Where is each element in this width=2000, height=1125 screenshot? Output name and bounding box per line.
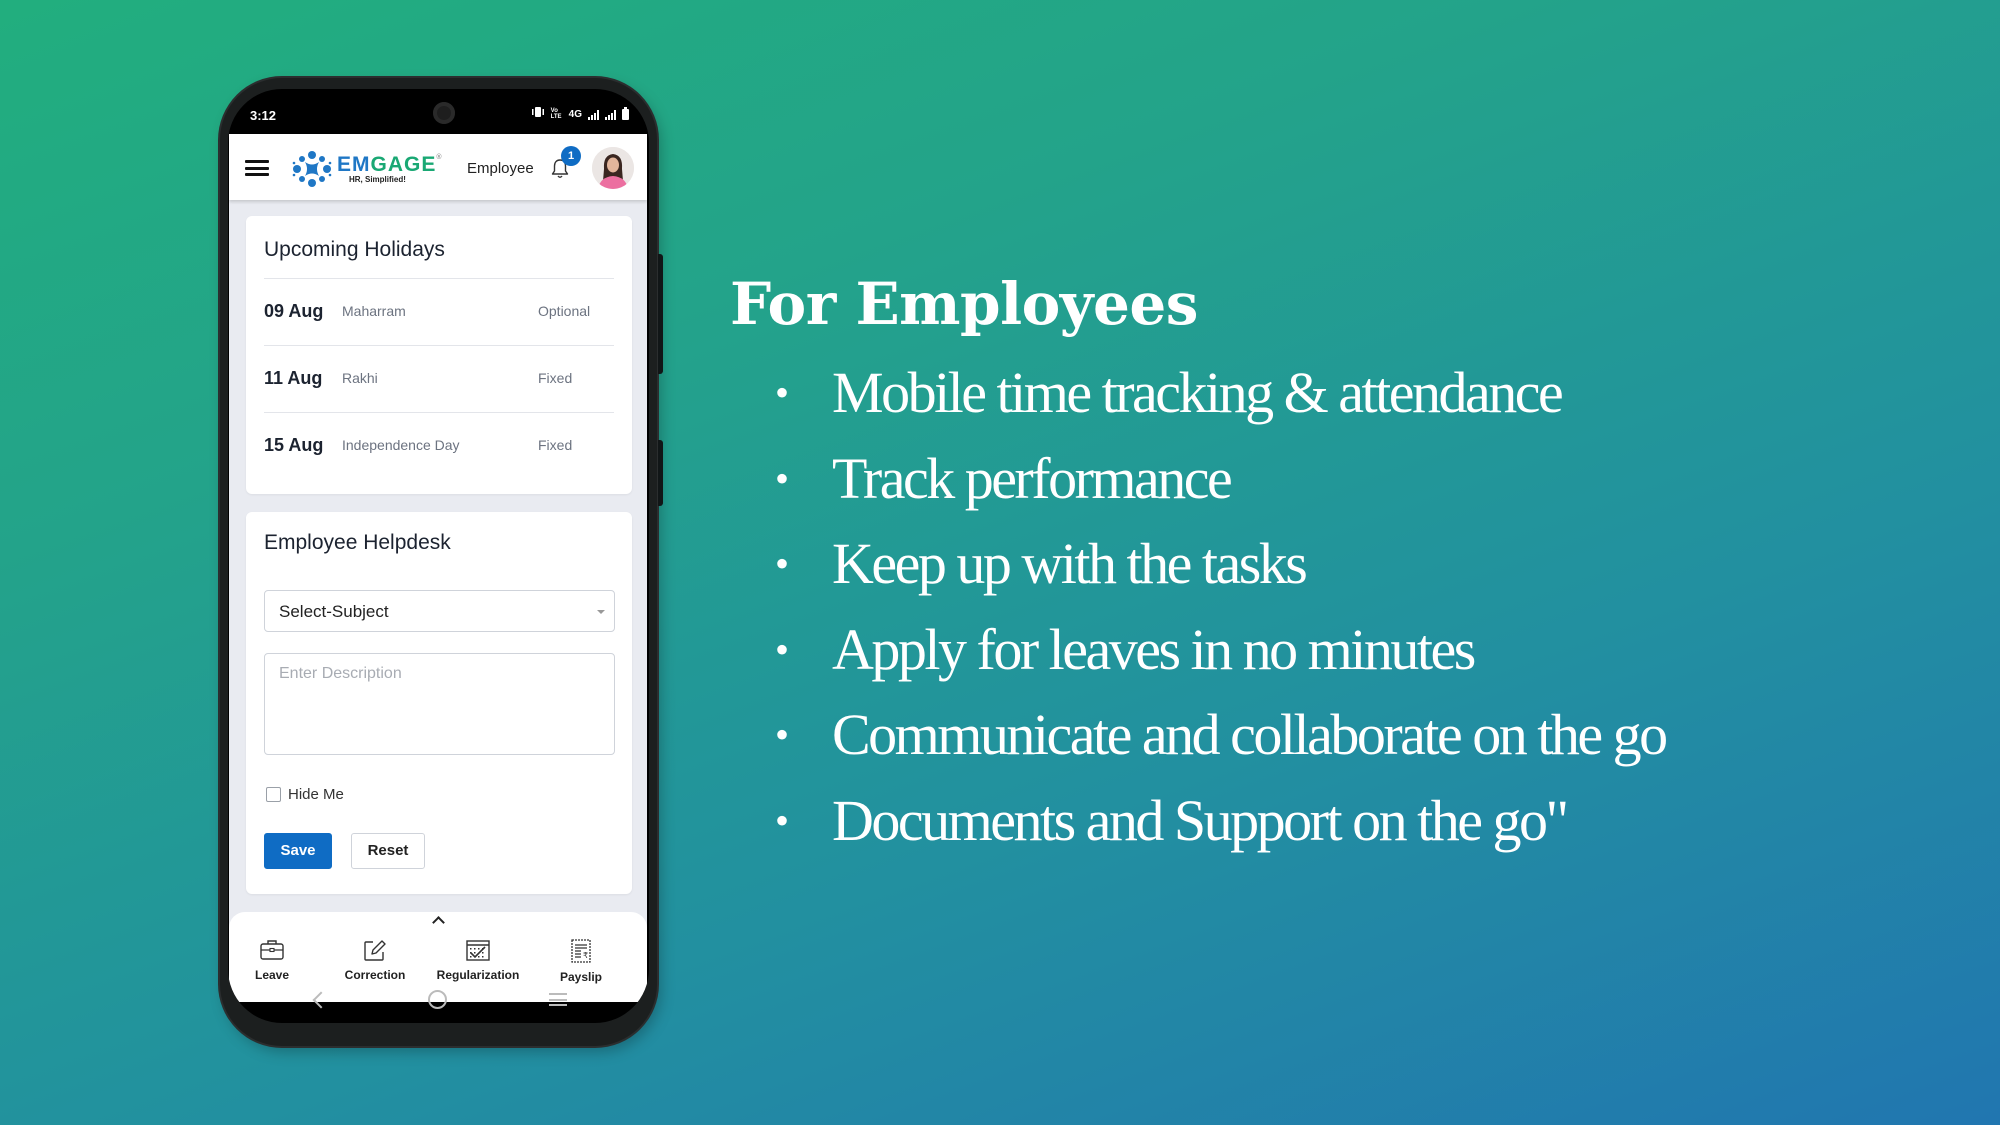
- chevron-up-icon[interactable]: [432, 916, 445, 929]
- back-icon[interactable]: [312, 991, 330, 1009]
- battery-icon: [622, 107, 629, 120]
- holiday-date: 11 Aug: [264, 368, 323, 388]
- nav-item-regularization[interactable]: Regularization: [428, 938, 528, 982]
- holiday-type: Fixed: [538, 437, 573, 453]
- calendar-check-icon: [466, 940, 490, 961]
- holiday-type: Optional: [538, 303, 591, 319]
- caret-down-icon: [597, 610, 605, 614]
- power-button: [658, 440, 663, 506]
- feature-item: • Keep up with the tasks: [730, 521, 1666, 607]
- network-type: 4G: [568, 109, 582, 120]
- avatar-photo: [592, 147, 634, 189]
- system-nav-bar: [228, 979, 649, 1023]
- edit-icon: [364, 940, 386, 961]
- phone-mockup: 3:12 Vo LTE 4G EMGAGE® HR, Simplified! E…: [220, 78, 663, 1046]
- vibrate-icon: [531, 107, 545, 120]
- subject-select[interactable]: Select-Subject: [264, 590, 615, 632]
- description-input[interactable]: [264, 653, 615, 755]
- avatar[interactable]: [592, 147, 634, 189]
- front-camera: [433, 102, 455, 124]
- nav-item-payslip[interactable]: ₹ Payslip: [531, 938, 631, 984]
- payslip-icon: ₹: [571, 939, 591, 963]
- feature-list: • Mobile time tracking & attendance • Trac…: [730, 350, 1668, 864]
- bullet-icon: •: [775, 712, 790, 757]
- logo-tagline: HR, Simplified!: [349, 175, 406, 184]
- upcoming-holidays-card: Upcoming Holidays 09 Aug Maharram Option…: [246, 216, 632, 494]
- notification-badge[interactable]: 1: [561, 146, 581, 166]
- holiday-date: 15 Aug: [264, 435, 324, 455]
- feature-item: • Documents and Support on the go": [730, 778, 1666, 864]
- holiday-row: 09 Aug Maharram Optional: [264, 278, 614, 345]
- bullet-icon: •: [775, 541, 790, 586]
- home-icon[interactable]: [428, 990, 447, 1009]
- status-icons: Vo LTE 4G: [531, 107, 629, 120]
- feature-item: • Track performance: [730, 436, 1666, 522]
- briefcase-icon: [260, 940, 284, 960]
- status-time: 3:12: [250, 108, 277, 123]
- feature-item: • Apply for leaves in no minutes: [730, 607, 1666, 693]
- bullet-icon: •: [775, 626, 790, 672]
- nav-item-leave[interactable]: Leave: [228, 938, 322, 982]
- card-title: Employee Helpdesk: [264, 531, 451, 554]
- app-header: EMGAGE® HR, Simplified! Employee 1: [229, 134, 647, 200]
- logo-word-em: EM: [337, 153, 371, 176]
- phone-bezel: 3:12 Vo LTE 4G EMGAGE® HR, Simplified! E…: [228, 89, 649, 1023]
- recent-apps-icon[interactable]: [549, 993, 567, 1006]
- holiday-date: 09 Aug: [264, 301, 324, 321]
- reset-button[interactable]: Reset: [351, 833, 425, 869]
- bullet-icon: •: [775, 455, 790, 501]
- card-title: Upcoming Holidays: [264, 238, 445, 261]
- hide-me-label: Hide Me: [288, 786, 344, 803]
- hide-me-checkbox[interactable]: [266, 787, 281, 802]
- holiday-row: 11 Aug Rakhi Fixed: [264, 345, 614, 412]
- hide-me-option[interactable]: Hide Me: [266, 786, 344, 803]
- holiday-name: Maharram: [342, 303, 406, 319]
- promo-title: For Employees: [730, 270, 1198, 338]
- status-bar: 3:12 Vo LTE 4G: [228, 89, 649, 134]
- volume-button: [658, 254, 663, 374]
- role-label[interactable]: Employee: [467, 160, 534, 177]
- subject-select-value: Select-Subject: [279, 602, 389, 621]
- volte-icon: Vo LTE: [550, 108, 562, 120]
- bullet-icon: •: [775, 370, 790, 415]
- promo-section: For Employees • Mobile time tracking & at…: [730, 270, 1668, 864]
- signal-icon-1: [588, 110, 599, 120]
- logo-word-gage: GAGE: [370, 153, 437, 176]
- feature-item: • Mobile time tracking & attendance: [730, 350, 1666, 436]
- feature-text: Track performance: [832, 445, 1233, 511]
- signal-icon-2: [605, 110, 616, 120]
- holiday-name: Rakhi: [342, 370, 378, 386]
- feature-text: Apply for leaves in no minutes: [832, 616, 1476, 682]
- holiday-type: Fixed: [538, 370, 573, 386]
- emgage-logo[interactable]: EMGAGE® HR, Simplified!: [292, 150, 443, 188]
- registered-mark: ®: [436, 154, 443, 161]
- save-button[interactable]: Save: [264, 833, 332, 869]
- feature-text: Documents and Support on the go": [832, 787, 1569, 853]
- holiday-row: 15 Aug Independence Day Fixed: [264, 412, 614, 479]
- nav-item-correction[interactable]: Correction: [325, 938, 425, 982]
- employee-helpdesk-card: Employee Helpdesk Select-Subject Hide Me…: [246, 512, 632, 894]
- logo-mark-icon: [292, 151, 332, 187]
- feature-text: Keep up with the tasks: [832, 531, 1308, 596]
- feature-text: Communicate and collaborate on the go: [832, 702, 1668, 767]
- holiday-name: Independence Day: [342, 437, 460, 453]
- hamburger-icon[interactable]: [245, 160, 269, 176]
- svg-text:₹: ₹: [583, 951, 588, 960]
- feature-item: • Communicate and collaborate on the go: [730, 692, 1668, 778]
- app-screen: EMGAGE® HR, Simplified! Employee 1 Upcom…: [228, 134, 647, 1002]
- bullet-icon: •: [775, 797, 790, 843]
- feature-text: Mobile time tracking & attendance: [832, 360, 1564, 425]
